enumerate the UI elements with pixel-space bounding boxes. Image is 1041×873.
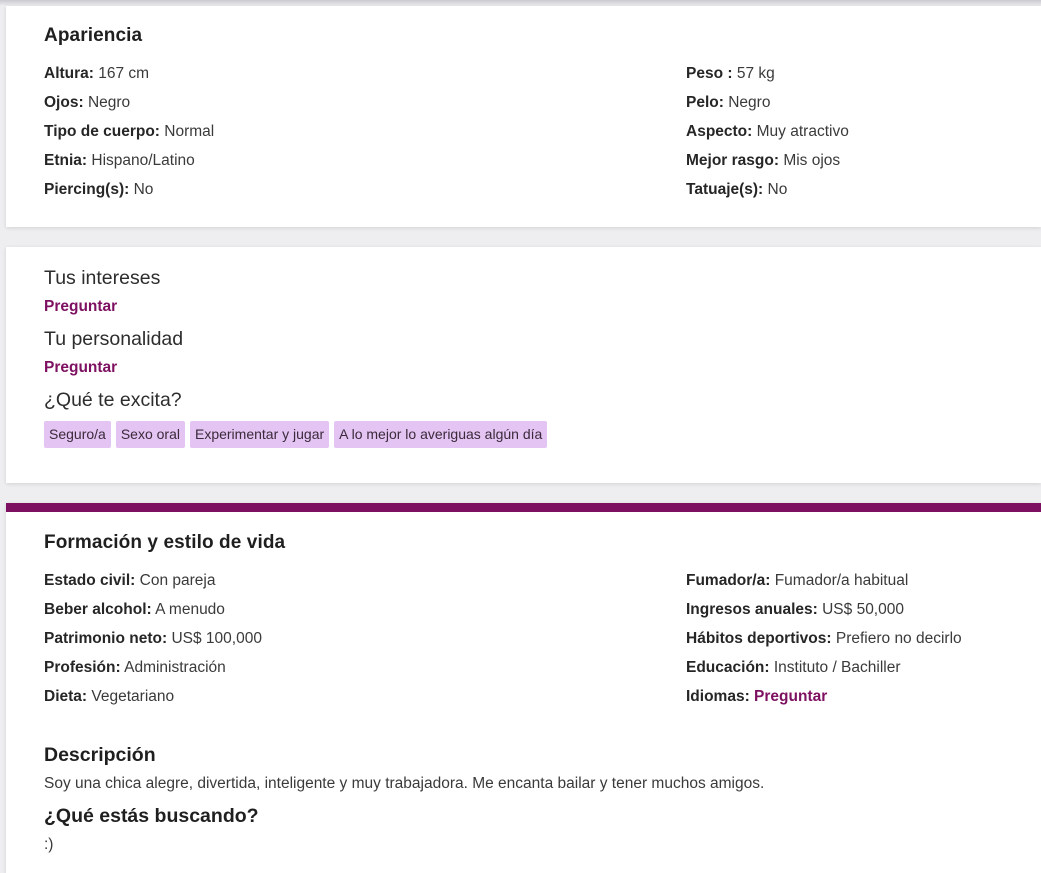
lifestyle-title: Formación y estilo de vida <box>44 532 286 553</box>
languages-ask-link[interactable]: Preguntar <box>754 688 827 705</box>
tattoos-row: Tatuaje(s): No <box>686 181 788 198</box>
tag-item: Seguro/a <box>44 421 111 448</box>
tag-item: A lo mejor lo averiguas algún día <box>334 421 548 448</box>
appearance-card: Apariencia Altura: 167 cm Ojos: Negro Ti… <box>6 6 1041 227</box>
eyes-row: Ojos: Negro <box>44 94 131 111</box>
personality-title: Tu personalidad <box>44 328 184 350</box>
description-text: Soy una chica alegre, divertida, intelig… <box>44 775 765 792</box>
weight-row: Peso : 57 kg <box>686 65 775 82</box>
description-title: Descripción <box>44 744 156 766</box>
body-type-row: Tipo de cuerpo: Normal <box>44 123 215 140</box>
diet-row: Dieta: Vegetariano <box>44 688 175 705</box>
lifestyle-card: Formación y estilo de vida Estado civil:… <box>6 503 1041 873</box>
best-feature-row: Mejor rasgo: Mis ojos <box>686 152 841 169</box>
drinking-row: Beber alcohol: A menudo <box>44 601 225 618</box>
tag-item: Sexo oral <box>115 421 185 448</box>
turnons-title: ¿Qué te excita? <box>44 389 182 411</box>
piercings-row: Piercing(s): No <box>44 181 154 198</box>
seeking-title: ¿Qué estás buscando? <box>44 805 259 827</box>
languages-row: Idiomas: Preguntar <box>686 688 828 705</box>
ethnicity-row: Etnia: Hispano/Latino <box>44 152 195 169</box>
interests-ask-link[interactable]: Preguntar <box>44 298 117 316</box>
turnons-tags: Seguro/a Sexo oral Experimentar y jugar … <box>44 421 548 448</box>
sports-habits-row: Hábitos deportivos: Prefiero no decirlo <box>686 630 962 647</box>
looks-row: Aspecto: Muy atractivo <box>686 123 849 140</box>
appearance-title: Apariencia <box>44 25 143 46</box>
personality-ask-link[interactable]: Preguntar <box>44 359 117 377</box>
education-row: Educación: Instituto / Bachiller <box>686 659 901 676</box>
tag-item: Experimentar y jugar <box>189 421 330 448</box>
profession-row: Profesión: Administración <box>44 659 226 676</box>
annual-income-row: Ingresos anuales: US$ 50,000 <box>686 601 904 618</box>
seeking-text: :) <box>44 836 54 853</box>
marital-status-row: Estado civil: Con pareja <box>44 572 216 589</box>
height-row: Altura: 167 cm <box>44 65 150 82</box>
interests-title: Tus intereses <box>44 267 161 289</box>
interests-card: Tus intereses Preguntar Tu personalidad … <box>6 247 1041 483</box>
smoker-row: Fumador/a: Fumador/a habitual <box>686 572 909 589</box>
net-worth-row: Patrimonio neto: US$ 100,000 <box>44 630 262 647</box>
hair-row: Pelo: Negro <box>686 94 771 111</box>
